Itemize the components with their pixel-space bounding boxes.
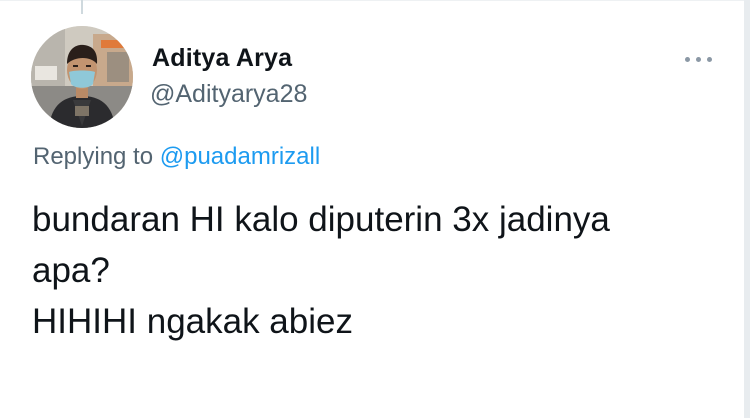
more-horizontal-icon [707, 57, 712, 62]
tweet-text: bundaran HI kalo diputerin 3x jadinya ap… [32, 194, 732, 347]
scrollbar-track [744, 0, 750, 418]
thread-connector-line [81, 0, 83, 14]
more-horizontal-icon [685, 57, 690, 62]
replying-to-label: Replying to [33, 143, 154, 170]
more-horizontal-icon [696, 57, 701, 62]
author-name[interactable]: Aditya Arya [152, 44, 292, 73]
top-divider [0, 0, 750, 1]
replying-to-handle-link[interactable]: @puadamrizall [160, 143, 320, 170]
tweet-text-line: apa? [32, 251, 110, 290]
more-options-button[interactable] [681, 48, 717, 70]
replying-to: Replying to @puadamrizall [33, 143, 320, 171]
tweet-text-line: HIHIHI ngakak abiez [32, 302, 353, 341]
tweet-text-line: bundaran HI kalo diputerin 3x jadinya [32, 200, 610, 239]
author-handle[interactable]: @Adityarya28 [150, 80, 307, 109]
avatar[interactable] [31, 26, 133, 128]
profile-photo-icon [31, 26, 133, 128]
